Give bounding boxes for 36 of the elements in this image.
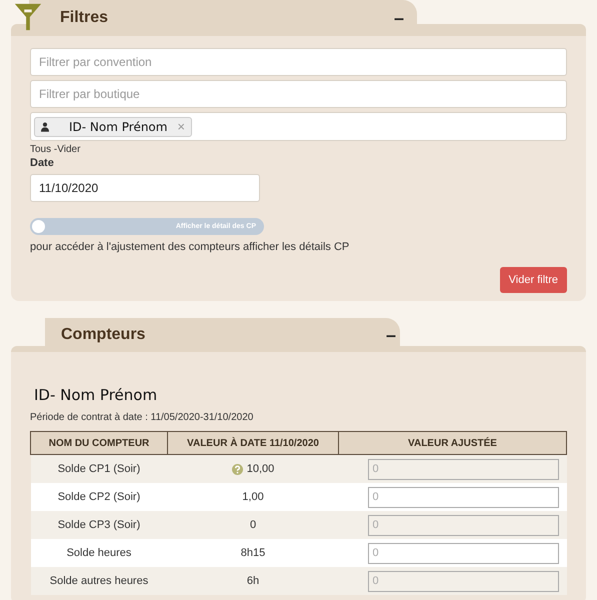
hint-text: pour accéder à l'ajustement des compteurs afficher les détails CP [30, 241, 350, 253]
person-field[interactable]: ID- Nom Prénom × [30, 112, 567, 141]
filter-field[interactable]: Filtrer par boutique [30, 80, 567, 108]
panel-title: Filtres [60, 9, 110, 27]
adjusted-value-field[interactable]: 0 [368, 570, 558, 592]
collapse-button[interactable]: – [390, 8, 408, 28]
column-header: NOM DU COMPTEUR [30, 432, 168, 454]
person-heading: ID- Nom Prénom [34, 386, 158, 404]
panel-title: Compteurs [61, 326, 146, 344]
date-field[interactable]: 11/10/2020 [30, 174, 260, 202]
table-cell: Solde autres heures [30, 567, 168, 595]
clear-filter-button[interactable]: Vider filtre [500, 267, 567, 293]
column-header: VALEUR AJUSTÉE [338, 432, 566, 454]
contract-period: Période de contrat à date : 11/05/2020-31/10/2020 [30, 412, 254, 423]
table-cell: Solde CP1 (Soir) [30, 454, 168, 483]
column-header: VALEUR À DATE 11/10/2020 [168, 432, 338, 454]
help-icon[interactable] [232, 464, 243, 475]
adjusted-value-field[interactable]: 0 [368, 542, 558, 564]
adjusted-value-field[interactable]: 0 [368, 458, 558, 480]
table-cell: Solde CP2 (Soir) [30, 483, 168, 511]
table-cell: 10,00 [246, 463, 274, 475]
table-cell: Solde heures [30, 539, 168, 567]
adjusted-value-field[interactable]: 0 [368, 514, 558, 536]
collapse-button[interactable]: – [382, 324, 400, 346]
select-links[interactable]: Tous -Vider [30, 144, 567, 155]
date-label: Date [30, 157, 55, 169]
table-cell: 6h [246, 575, 260, 587]
table-cell: 0 [250, 519, 256, 531]
filter-field[interactable]: Filtrer par convention [30, 48, 567, 76]
user-icon [41, 122, 49, 132]
table-cell: 8h15 [240, 547, 266, 559]
table-cell: 1,00 [242, 491, 264, 503]
person-name: ID- Nom Prénom [69, 120, 168, 134]
table-cell: Solde CP3 (Soir) [30, 511, 168, 539]
person-tag[interactable]: ID- Nom Prénom × [34, 116, 192, 136]
adjusted-value-field[interactable]: 0 [368, 486, 558, 508]
